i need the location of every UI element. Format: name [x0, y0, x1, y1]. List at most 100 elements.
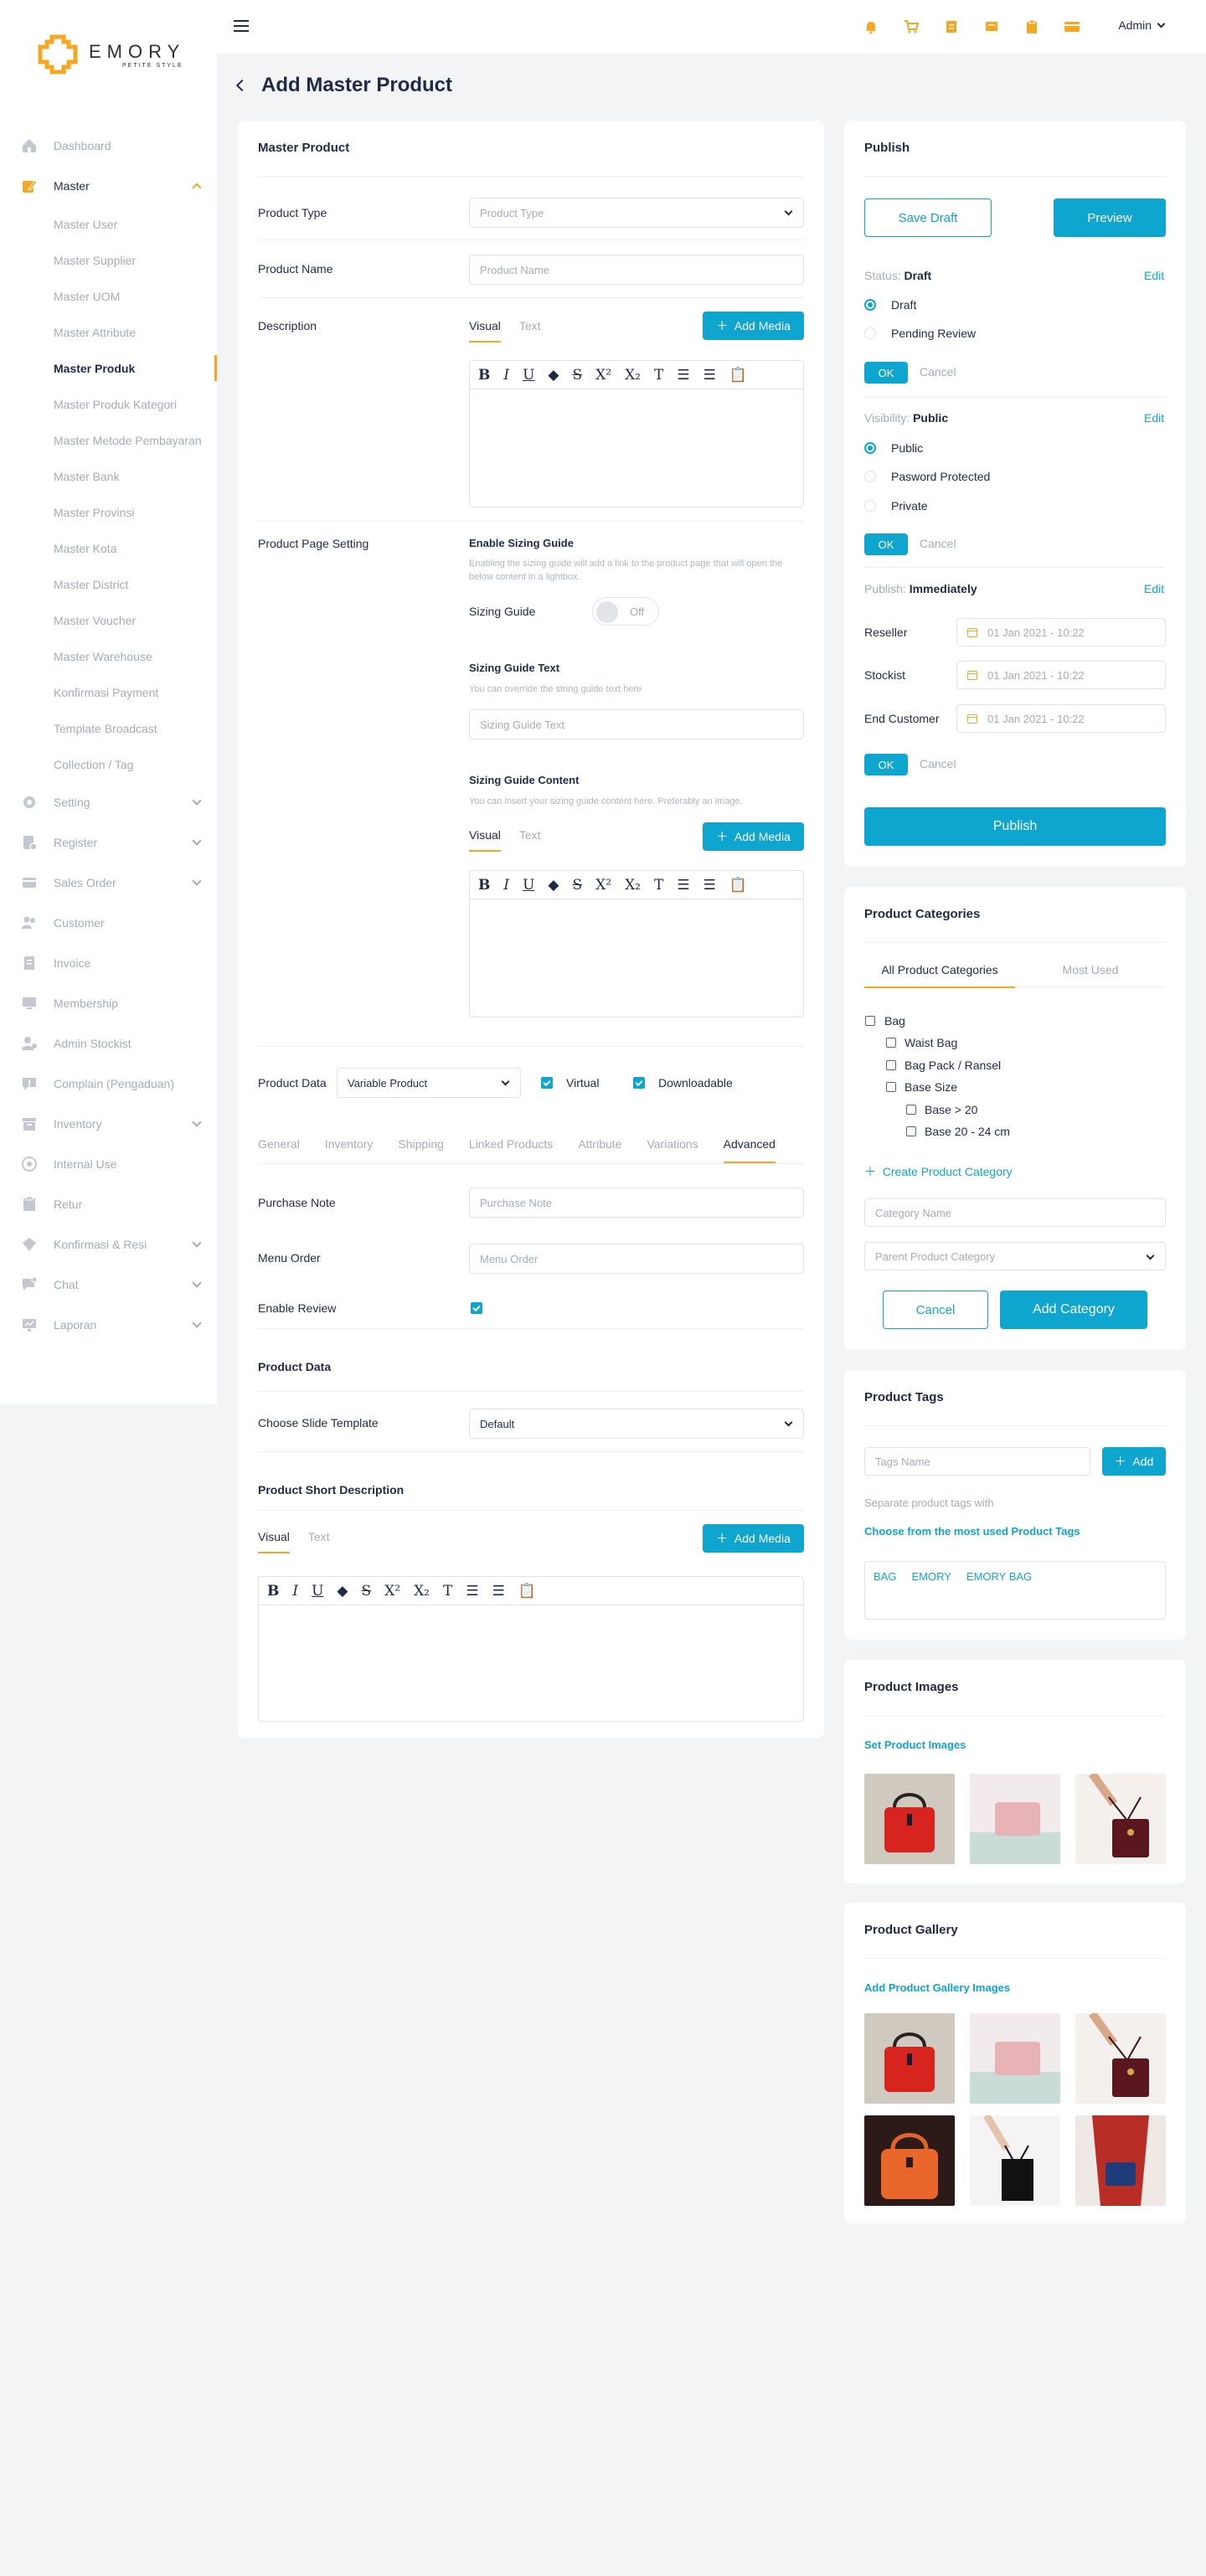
virtual-checkbox[interactable]: [541, 1077, 553, 1089]
bullet-list-icon[interactable]: ☰: [466, 1583, 478, 1600]
sidebar-subitem[interactable]: Master Supplier: [0, 242, 217, 278]
admin-menu[interactable]: Admin: [1118, 18, 1166, 32]
product-image[interactable]: [864, 1774, 955, 1864]
gallery-image[interactable]: [864, 2115, 955, 2206]
sizing-content-editor[interactable]: B I U ◆ S X² X₂ T ☰ ☰ 📋: [469, 870, 804, 1018]
sidebar-item-setting[interactable]: Setting: [0, 782, 217, 822]
sidebar-subitem[interactable]: Master Voucher: [0, 602, 217, 638]
tab-visual[interactable]: Visual: [469, 828, 501, 852]
tags-name-input[interactable]: Tags Name: [864, 1447, 1090, 1476]
category-checkbox[interactable]: [886, 1038, 896, 1048]
superscript-icon[interactable]: X²: [595, 367, 611, 384]
reseller-date-input[interactable]: 01 Jan 2021 - 10:22: [956, 618, 1166, 647]
tag-item[interactable]: EMORY BAG: [966, 1570, 1032, 1610]
stockist-date-input[interactable]: 01 Jan 2021 - 10:22: [956, 661, 1166, 689]
numbered-list-icon[interactable]: ☰: [704, 367, 716, 384]
bold-icon[interactable]: B: [478, 877, 490, 894]
sidebar-item-admin-stockist[interactable]: Admin Stockist: [0, 1023, 217, 1064]
card-icon[interactable]: [1064, 18, 1080, 35]
text-format-icon[interactable]: T: [443, 1583, 452, 1600]
visibility-private-radio[interactable]: [864, 500, 876, 512]
gallery-image[interactable]: [1075, 2115, 1166, 2206]
publish-edit-link[interactable]: Edit: [1144, 582, 1164, 595]
tab-text[interactable]: Text: [308, 1530, 330, 1553]
subscript-icon[interactable]: X₂: [625, 877, 641, 894]
gallery-image[interactable]: [864, 2013, 955, 2104]
tab-linked-products[interactable]: Linked Products: [469, 1137, 553, 1163]
tab-attribute[interactable]: Attribute: [578, 1137, 621, 1163]
sidebar-subitem[interactable]: Master Warehouse: [0, 638, 217, 674]
sidebar-subitem[interactable]: Master Produk Kategori: [0, 386, 217, 422]
product-type-select[interactable]: Product Type: [469, 198, 804, 228]
publish-ok-button[interactable]: OK: [864, 754, 908, 775]
brand-logo[interactable]: EMORY PETITE STYLE: [0, 0, 217, 109]
add-media-button[interactable]: ＋ Add Media: [703, 1524, 804, 1553]
visibility-ok-button[interactable]: OK: [864, 533, 908, 555]
underline-icon[interactable]: U: [523, 367, 534, 384]
visibility-public-radio[interactable]: [864, 442, 876, 454]
parent-category-select[interactable]: Parent Product Category: [864, 1242, 1166, 1270]
tags-box[interactable]: BAG EMORY EMORY BAG: [864, 1561, 1166, 1620]
category-cancel-button[interactable]: Cancel: [883, 1291, 988, 1329]
gallery-image[interactable]: [970, 2115, 1060, 2206]
product-image[interactable]: [1075, 1774, 1166, 1864]
add-category-button[interactable]: Add Category: [1000, 1291, 1147, 1329]
strikethrough-icon[interactable]: S: [573, 877, 583, 894]
sidebar-item-chat[interactable]: Chat: [0, 1265, 217, 1305]
menu-order-input[interactable]: Menu Order: [469, 1244, 804, 1274]
sidebar-subitem[interactable]: Master District: [0, 566, 217, 602]
subscript-icon[interactable]: X₂: [625, 367, 641, 384]
sidebar-item-complain[interactable]: Complain (Pengaduan): [0, 1064, 217, 1104]
message-icon[interactable]: [983, 18, 1000, 35]
status-draft-radio[interactable]: [864, 299, 876, 311]
subscript-icon[interactable]: X₂: [414, 1583, 430, 1600]
product-image[interactable]: [970, 1774, 1060, 1864]
bullet-list-icon[interactable]: ☰: [677, 877, 689, 894]
paste-icon[interactable]: 📋: [518, 1583, 536, 1600]
paste-icon[interactable]: 📋: [729, 877, 747, 894]
sidebar-subitem[interactable]: Master User: [0, 206, 217, 242]
italic-icon[interactable]: I: [503, 367, 509, 384]
bold-icon[interactable]: B: [267, 1583, 279, 1600]
tab-visual[interactable]: Visual: [258, 1530, 290, 1553]
add-media-button[interactable]: ＋ Add Media: [703, 312, 804, 340]
sizing-text-input[interactable]: Sizing Guide Text: [469, 709, 804, 739]
eraser-icon[interactable]: ◆: [548, 877, 559, 894]
category-checkbox[interactable]: [906, 1126, 916, 1136]
sidebar-subitem[interactable]: Master Bank: [0, 458, 217, 494]
paste-icon[interactable]: 📋: [729, 367, 747, 384]
publish-button[interactable]: Publish: [864, 807, 1166, 846]
tab-visual[interactable]: Visual: [469, 319, 501, 343]
choose-tags-link[interactable]: Choose from the most used Product Tags: [864, 1525, 1080, 1538]
sidebar-item-laporan[interactable]: Laporan: [0, 1305, 217, 1345]
tab-shipping[interactable]: Shipping: [398, 1137, 444, 1163]
category-checkbox[interactable]: [886, 1082, 896, 1092]
category-checkbox[interactable]: [886, 1060, 896, 1070]
sidebar-item-invoice[interactable]: Invoice: [0, 943, 217, 983]
eraser-icon[interactable]: ◆: [548, 367, 559, 384]
sidebar-item-inventory[interactable]: Inventory: [0, 1104, 217, 1144]
visibility-password-radio[interactable]: [864, 471, 876, 482]
short-description-editor[interactable]: B I U ◆ S X² X₂ T ☰ ☰ 📋: [258, 1576, 804, 1722]
product-data-select[interactable]: Variable Product: [337, 1068, 521, 1098]
tab-all-categories[interactable]: All Product Categories: [864, 963, 1015, 988]
purchase-note-input[interactable]: Purchase Note: [469, 1188, 804, 1218]
visibility-edit-link[interactable]: Edit: [1144, 411, 1164, 425]
sidebar-subitem[interactable]: Konfirmasi Payment: [0, 674, 217, 710]
sidebar-subitem[interactable]: Template Broadcast: [0, 710, 217, 746]
category-name-input[interactable]: Category Name: [864, 1198, 1166, 1227]
status-edit-link[interactable]: Edit: [1144, 269, 1164, 282]
enable-review-checkbox[interactable]: [471, 1302, 482, 1314]
menu-toggle-icon[interactable]: [234, 20, 249, 35]
add-tag-button[interactable]: ＋ Add: [1102, 1447, 1166, 1476]
sidebar-subitem-active[interactable]: Master Produk: [0, 350, 217, 386]
add-media-button[interactable]: ＋ Add Media: [703, 822, 804, 851]
bullet-list-icon[interactable]: ☰: [677, 367, 689, 384]
superscript-icon[interactable]: X²: [384, 1583, 400, 1600]
gallery-image[interactable]: [970, 2013, 1060, 2104]
status-pending-radio[interactable]: [864, 327, 876, 339]
status-cancel-link[interactable]: Cancel: [920, 365, 956, 379]
add-gallery-images-link[interactable]: Add Product Gallery Images: [864, 1981, 1010, 1994]
sidebar-item-retur[interactable]: Retur: [0, 1184, 217, 1224]
tab-inventory[interactable]: Inventory: [325, 1137, 374, 1163]
